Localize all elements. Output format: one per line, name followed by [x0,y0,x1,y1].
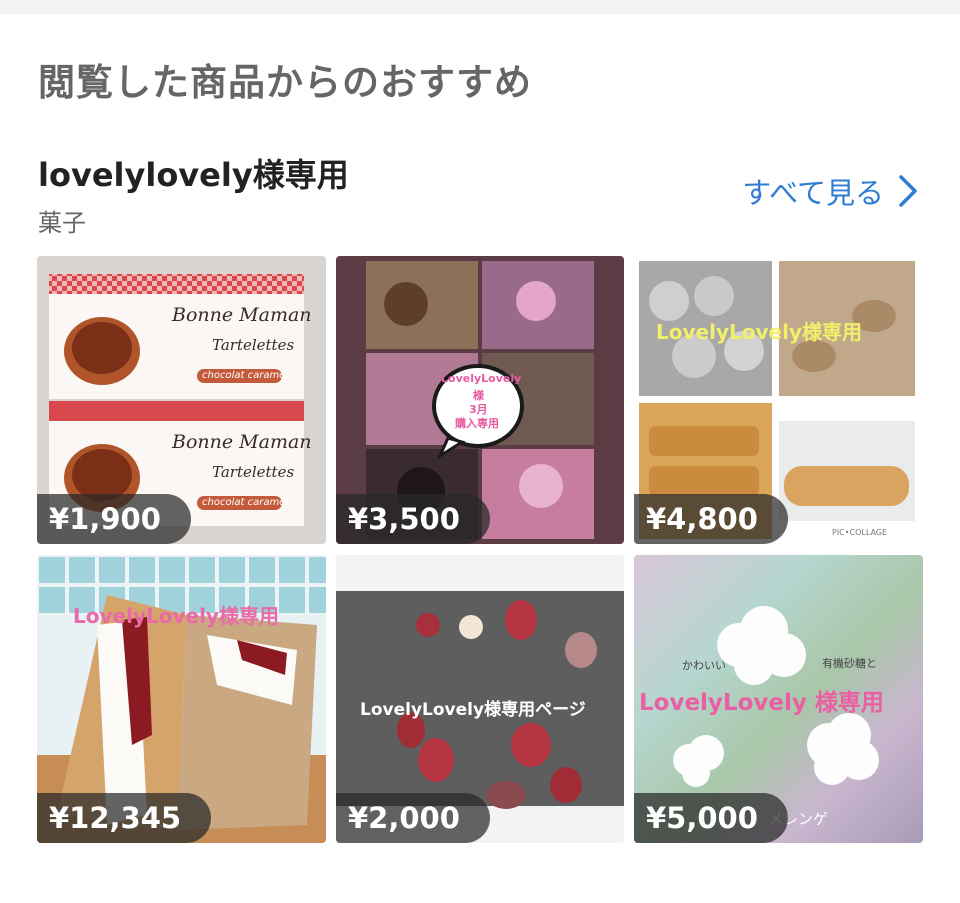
product-card[interactable]: かわいい 有機砂糖と LovelyLovely 様専用 メレンゲ ¥5,000 [634,555,923,843]
product-card[interactable]: LovelyLovely様専用ページ ¥2,000 [336,555,624,843]
image-caption-text: 購入専用 [455,417,499,430]
image-caption-text: LovelyLovely様専用 [656,320,862,344]
image-product-text: Tartelettes [212,336,295,354]
product-grid: Bonne Maman Tartelettes chocolat caramel… [37,256,923,843]
price-badge: ¥3,500 [336,494,490,544]
image-caption-text: LovelyLovely様専用 [73,604,279,628]
see-all-label: すべて見る [742,176,884,210]
price-badge: ¥2,000 [336,793,490,843]
image-brand-text: Bonne Maman [172,304,312,326]
product-card[interactable]: LovelyLovely様専用 ¥12,345 [37,555,326,843]
image-caption-text: LovelyLovely様専用ページ [360,700,586,720]
see-all-link[interactable]: すべて見る [742,170,918,212]
product-card[interactable]: Bonne Maman Tartelettes chocolat caramel… [37,256,326,544]
image-watermark-text: PIC•COLLAGE [832,528,888,537]
image-caption-text: かわいい [682,659,726,672]
price-badge: ¥12,345 [37,793,212,843]
product-card[interactable]: LovelyLovely様専用 PIC•COLLAGE ¥4,800 [634,256,923,544]
shop-category: 菓子 [38,209,86,237]
image-caption-text: LovelyLovely 様専用 [639,690,884,716]
price-badge: ¥5,000 [634,793,788,843]
chevron-right-icon [898,174,918,208]
image-product-text: Tartelettes [212,463,295,481]
section-title: 閲覧した商品からのおすすめ [38,61,532,104]
image-flavor-text: chocolat caramel [202,370,289,381]
image-caption-text: LovelyLovely [441,372,522,385]
shop-name[interactable]: lovelylovely様専用 [38,150,349,196]
image-brand-text: Bonne Maman [172,431,312,453]
top-bar [0,0,960,14]
image-caption-text: 有機砂糖と [822,657,877,670]
image-flavor-text: chocolat caramel [202,497,289,508]
price-badge: ¥1,900 [37,494,191,544]
product-card[interactable]: LovelyLovely 様 3月 購入専用 ¥3,500 [336,256,624,544]
price-badge: ¥4,800 [634,494,788,544]
